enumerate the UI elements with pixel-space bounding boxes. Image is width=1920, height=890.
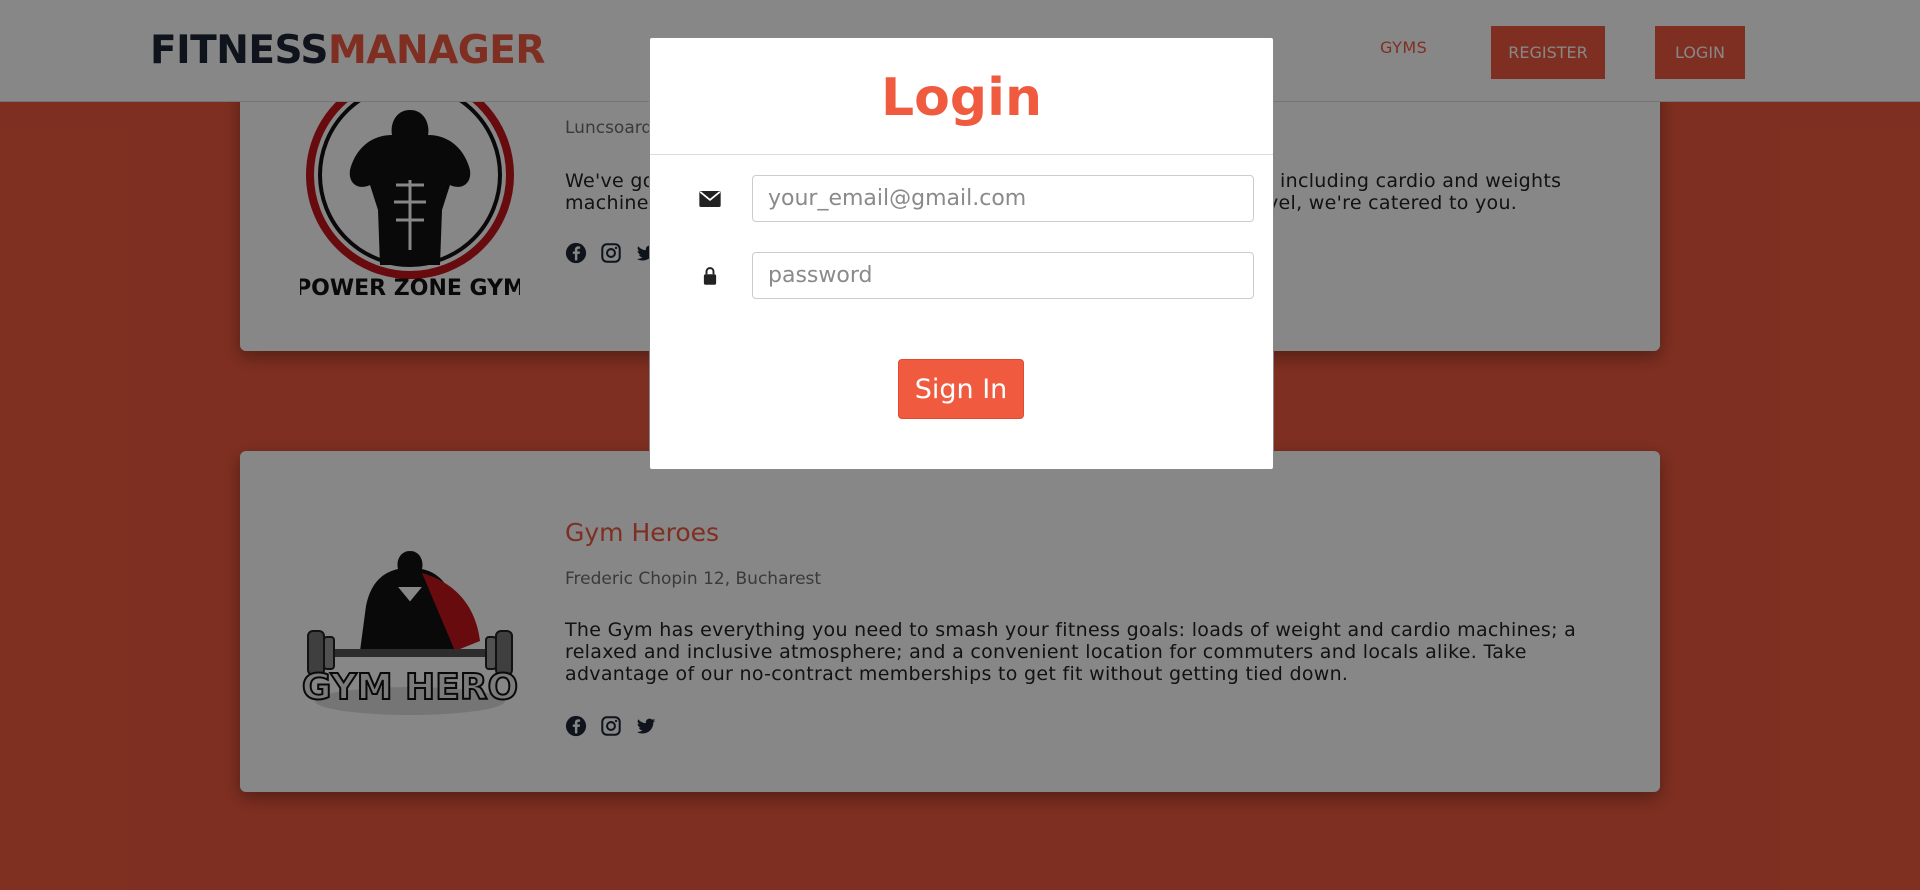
envelope-icon bbox=[690, 190, 730, 207]
modal-title: Login bbox=[881, 68, 1042, 128]
sign-in-button[interactable]: Sign In bbox=[898, 359, 1024, 419]
modal-header: Login bbox=[650, 38, 1273, 155]
email-field-row bbox=[690, 175, 1254, 222]
login-modal: Login Sign In bbox=[649, 37, 1274, 470]
password-field-row bbox=[690, 252, 1254, 299]
email-input[interactable] bbox=[752, 175, 1254, 222]
password-input[interactable] bbox=[752, 252, 1254, 299]
lock-icon bbox=[690, 266, 730, 286]
